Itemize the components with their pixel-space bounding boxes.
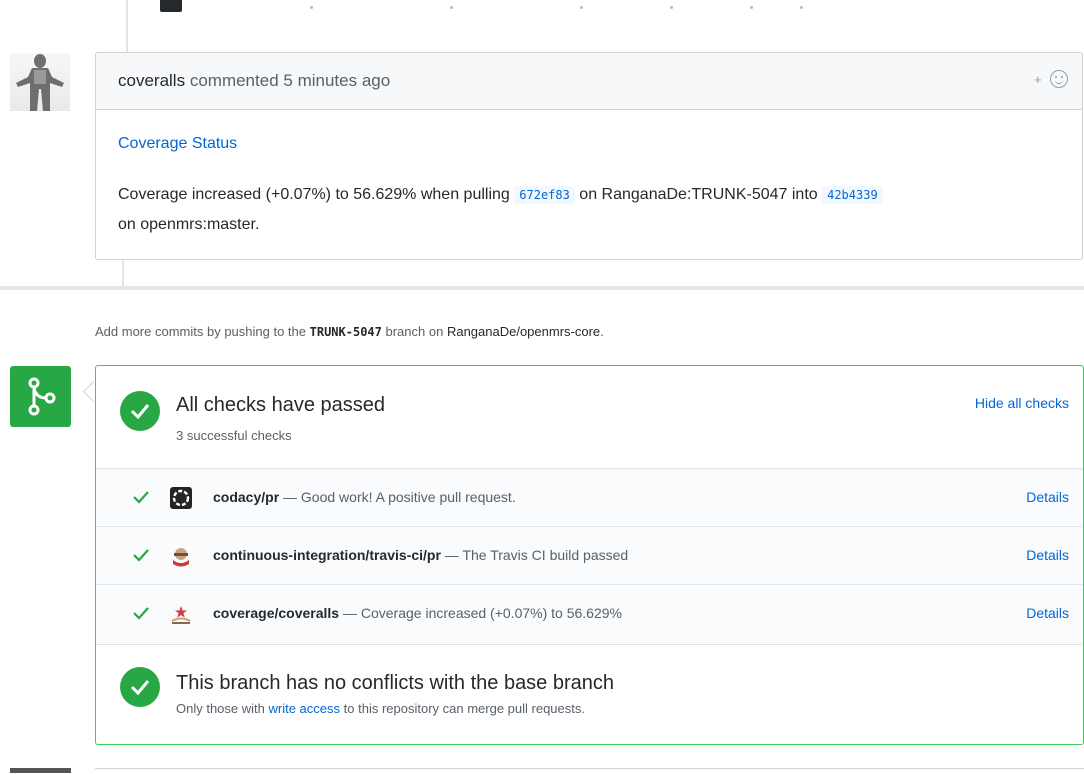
merge-subtitle: Only those with write access to this rep… <box>176 701 585 716</box>
base-commit-sha[interactable]: 42b4339 <box>822 186 883 204</box>
next-event-fragment <box>95 768 1084 774</box>
codacy-icon <box>170 487 192 509</box>
check-row-coveralls: coverage/coveralls — Coverage increased … <box>96 584 1083 643</box>
hint-text: . <box>600 324 604 339</box>
check-context: coverage/coveralls — Coverage increased … <box>213 605 622 621</box>
avatar[interactable] <box>10 53 70 111</box>
merge-subtitle-text: to this repository can merge pull reques… <box>343 701 585 716</box>
comment-header: coveralls commented 5 minutes ago + <box>96 53 1082 110</box>
comment-body-part: Coverage increased (+0.07%) to 56.629% w… <box>118 186 510 203</box>
hint-branch: TRUNK-5047 <box>309 325 382 339</box>
comment-author[interactable]: coveralls <box>118 71 185 90</box>
checks-title: All checks have passed <box>176 394 386 416</box>
git-merge-icon <box>10 366 71 427</box>
hint-repo: RanganaDe/openmrs-core <box>446 324 601 339</box>
head-commit-sha[interactable]: 672ef83 <box>514 186 575 204</box>
check-context: continuous-integration/travis-ci/pr — Th… <box>213 547 628 563</box>
comment-body-part: on RanganaDe:TRUNK-5047 into <box>579 186 818 203</box>
check-icon <box>133 607 149 620</box>
check-name: codacy/pr <box>213 489 280 505</box>
timeline-divider <box>0 286 1084 290</box>
check-separator: — <box>279 489 301 505</box>
check-row-travis: continuous-integration/travis-ci/pr — Th… <box>96 526 1083 585</box>
check-icon <box>133 549 149 562</box>
comment-body: Coverage increased (+0.07%) to 56.629% w… <box>118 180 1068 240</box>
travis-icon <box>170 545 192 567</box>
check-icon <box>133 491 149 504</box>
check-row-codacy: codacy/pr — Good work! A positive pull r… <box>96 468 1083 527</box>
checks-subtitle: 3 successful checks <box>176 428 292 443</box>
merge-subtitle-text: Only those with <box>176 701 265 716</box>
hint-text: branch on <box>385 324 444 339</box>
merge-title: This branch has no conflicts with the ba… <box>176 672 615 694</box>
smiley-icon <box>1050 70 1068 88</box>
comment-body-part: on openmrs:master. <box>118 216 260 233</box>
check-description: Good work! A positive pull request. <box>300 489 516 505</box>
comment-action: commented <box>189 71 279 90</box>
add-reaction-button[interactable]: + <box>1032 68 1068 94</box>
check-name: coverage/coveralls <box>213 605 340 621</box>
check-circle-icon <box>120 667 160 707</box>
comment-box: coveralls commented 5 minutes ago + Cove… <box>95 52 1083 260</box>
merge-status-box: All checks have passed 3 successful chec… <box>95 365 1084 745</box>
comment-time[interactable]: 5 minutes ago <box>283 71 390 90</box>
check-name: continuous-integration/travis-ci/pr <box>213 547 441 563</box>
details-link[interactable]: Details <box>1026 547 1069 563</box>
check-separator: — <box>339 605 361 621</box>
check-context: codacy/pr — Good work! A positive pull r… <box>213 489 516 505</box>
timeline-line <box>122 260 124 286</box>
push-hint: Add more commits by pushing to the TRUNK… <box>95 324 604 339</box>
details-link[interactable]: Details <box>1026 605 1069 621</box>
comment-meta: coveralls commented 5 minutes ago <box>118 71 390 91</box>
check-description: The Travis CI build passed <box>462 547 629 563</box>
coveralls-icon <box>170 603 192 625</box>
previous-event-fragment <box>160 0 1020 16</box>
hide-all-checks-link[interactable]: Hide all checks <box>975 395 1069 411</box>
check-description: Coverage increased (+0.07%) to 56.629% <box>360 605 622 621</box>
hint-text: Add more commits by pushing to the <box>95 324 306 339</box>
next-avatar <box>10 768 71 773</box>
check-separator: — <box>440 547 463 563</box>
coverage-status-link[interactable]: Coverage Status <box>118 135 237 153</box>
merge-conflict-status: This branch has no conflicts with the ba… <box>96 644 1083 744</box>
check-circle-icon <box>120 391 160 431</box>
details-link[interactable]: Details <box>1026 489 1069 505</box>
write-access-link[interactable]: write access <box>269 701 341 716</box>
plus-icon: + <box>1034 72 1042 87</box>
